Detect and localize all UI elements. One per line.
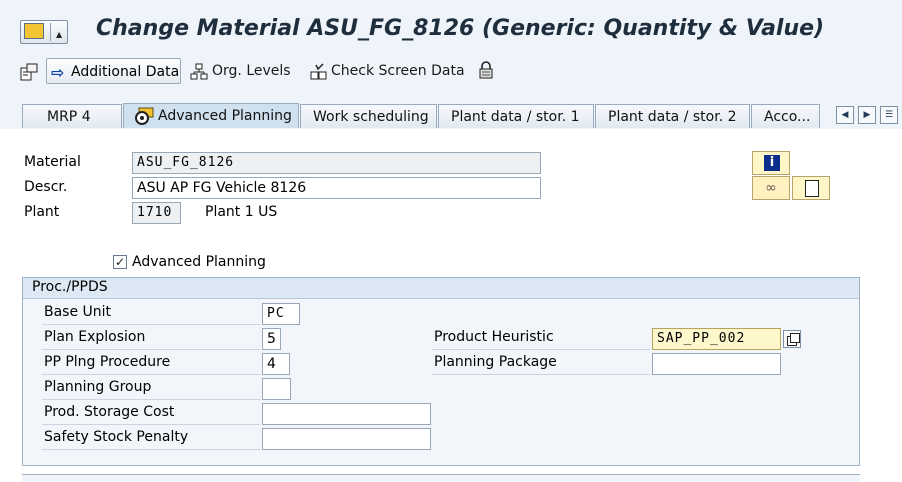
additional-data-label: Additional Data (71, 64, 180, 80)
check-screen-data-button[interactable]: Check Screen Data (331, 58, 465, 84)
tab-mrp-4[interactable]: MRP 4 (22, 104, 122, 128)
group-title: Proc./PPDS (32, 279, 108, 295)
planning-package-label: Planning Package (434, 354, 557, 370)
document-button[interactable] (792, 176, 830, 200)
info-icon: i (764, 155, 780, 171)
tab-scroll-left-icon[interactable]: ◀ (836, 106, 854, 124)
group-header (23, 278, 859, 299)
advanced-planning-checkbox[interactable]: ✓ (113, 255, 127, 269)
tab-label: MRP 4 (47, 109, 91, 125)
lock-icon[interactable] (477, 61, 495, 79)
system-menu-button[interactable]: ▲ (20, 20, 68, 44)
planning-group-label: Planning Group (44, 379, 152, 395)
product-heuristic-field[interactable]: SAP_PP_002 (652, 328, 781, 350)
org-levels-button[interactable]: Org. Levels (212, 58, 291, 84)
pp-plng-procedure-field[interactable]: 4 (262, 353, 290, 375)
sap-menu-icon (24, 23, 44, 39)
tab-label: Advanced Planning (158, 108, 292, 124)
plant-name: Plant 1 US (205, 204, 278, 220)
tab-advanced-planning[interactable]: Advanced Planning (123, 103, 299, 128)
tab-label: Acco... (764, 109, 811, 125)
plant-label: Plant (24, 204, 60, 220)
descr-label: Descr. (24, 179, 68, 195)
plan-explosion-field[interactable]: 5 (262, 328, 281, 350)
tab-list-icon[interactable]: ☰ (880, 106, 898, 124)
description-field[interactable]: ASU AP FG Vehicle 8126 (132, 177, 541, 199)
menu-dropdown-icon: ▲ (56, 30, 63, 39)
prod-storage-cost-field[interactable] (262, 403, 431, 425)
row-underline (42, 399, 260, 400)
copy-heuristic-button[interactable] (783, 330, 801, 348)
other-material-icon[interactable] (20, 63, 38, 81)
row-underline (432, 349, 650, 350)
tab-plant-data-stor-1[interactable]: Plant data / stor. 1 (438, 104, 594, 128)
material-field: ASU_FG_8126 (132, 152, 541, 174)
check-screen-data-icon (310, 63, 327, 80)
tab-label: Plant data / stor. 2 (608, 109, 737, 125)
base-unit-label: Base Unit (44, 304, 112, 320)
safety-stock-penalty-field[interactable] (262, 428, 431, 450)
product-heuristic-label: Product Heuristic (434, 329, 554, 345)
tab-scroll-right-icon[interactable]: ▶ (858, 106, 876, 124)
row-underline (42, 374, 260, 375)
org-levels-icon (190, 63, 208, 80)
base-unit-field[interactable]: PC (262, 303, 300, 325)
row-underline (42, 349, 260, 350)
advanced-planning-icon (135, 107, 154, 125)
row-underline (42, 424, 260, 425)
menu-separator (50, 23, 51, 41)
row-underline (432, 374, 650, 375)
tab-label: Plant data / stor. 1 (451, 109, 580, 125)
advanced-planning-label: Advanced Planning (132, 254, 266, 270)
document-icon (805, 180, 819, 197)
link-icon: ∞ (765, 180, 777, 196)
planning-package-field[interactable] (652, 353, 781, 375)
tab-plant-data-stor-2[interactable]: Plant data / stor. 2 (595, 104, 750, 128)
planning-group-field[interactable] (262, 378, 291, 400)
link-button[interactable]: ∞ (752, 176, 790, 200)
tab-work-scheduling[interactable]: Work scheduling (300, 104, 437, 128)
tab-label: Work scheduling (313, 109, 429, 125)
safety-stock-penalty-label: Safety Stock Penalty (44, 429, 189, 445)
info-button[interactable]: i (752, 151, 790, 175)
arrow-right-icon: ⇨ (51, 63, 65, 82)
additional-data-button[interactable]: ⇨ Additional Data (46, 58, 181, 84)
material-label: Material (24, 154, 81, 170)
copy-icon-back (790, 333, 800, 343)
row-underline (42, 324, 260, 325)
tab-accounting[interactable]: Acco... (751, 104, 820, 128)
window-title: Change Material ASU_FG_8126 (Generic: Qu… (96, 16, 825, 41)
plant-field: 1710 (132, 202, 181, 224)
prod-storage-cost-label: Prod. Storage Cost (44, 404, 175, 420)
plan-explosion-label: Plan Explosion (44, 329, 146, 345)
pp-plng-procedure-label: PP Plng Procedure (44, 354, 171, 370)
row-underline (42, 449, 260, 450)
